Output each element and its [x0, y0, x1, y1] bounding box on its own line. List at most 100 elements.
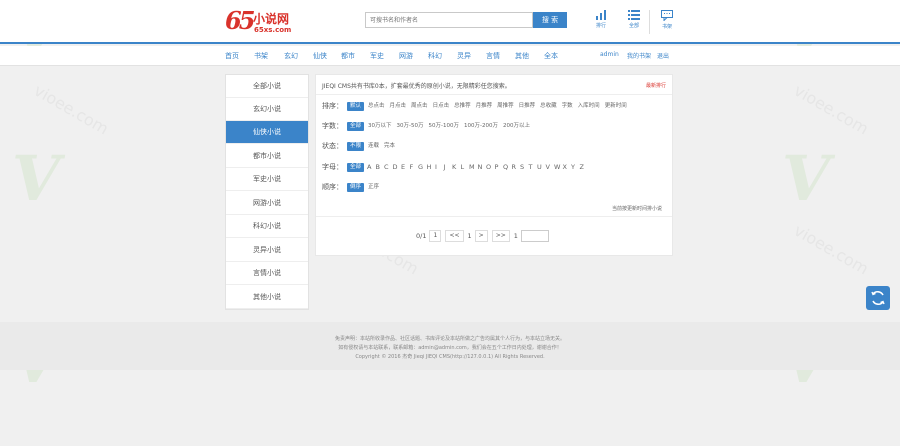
- sidebar-item-xianxia[interactable]: 仙侠小说: [226, 121, 308, 144]
- nav-username[interactable]: admin: [600, 51, 619, 58]
- initial-letter[interactable]: X: [563, 163, 572, 171]
- initial-letter[interactable]: B: [376, 163, 385, 171]
- initial-letter[interactable]: D: [393, 163, 402, 171]
- sort-option[interactable]: 更新时间: [604, 102, 628, 111]
- sidebar-item-lingyi[interactable]: 灵异小说: [226, 239, 308, 262]
- initial-letter[interactable]: K: [452, 163, 461, 171]
- main-nav: 首页 书架 玄幻 仙侠 都市 军史 网游 科幻 灵异 言情 其他 全本 admi…: [0, 46, 900, 66]
- book-filter-panel: JIEQI CMS共有书库0本，扩套最优秀的原创小说，无限精彩任您搜索。 最新排…: [315, 74, 673, 256]
- search-button[interactable]: 搜 索: [533, 12, 567, 28]
- nav-item-xuanhuan[interactable]: 玄幻: [284, 51, 298, 61]
- float-refresh-button[interactable]: [866, 286, 890, 310]
- initial-letter[interactable]: Z: [580, 163, 589, 171]
- sort-option[interactable]: 总点击: [367, 102, 386, 111]
- sidebar-item-junshi[interactable]: 军史小说: [226, 168, 308, 191]
- sort-note: 当前按更新时间排小说: [612, 206, 663, 212]
- sidebar-item-xuanhuan[interactable]: 玄幻小说: [226, 98, 308, 121]
- sort-option[interactable]: 月点击: [389, 102, 408, 111]
- words-option[interactable]: 全部: [347, 121, 365, 131]
- filter-row-sort: 排序： 默认 总点击 月点击 周点击 日点击 总推荐 月推荐 周推荐 日推荐 总收藏 字数 入库时间 更新…: [322, 101, 631, 113]
- nav-item-qita[interactable]: 其他: [515, 51, 529, 61]
- watermark-site: vioee.com: [790, 80, 872, 139]
- sidebar-item-dushi[interactable]: 都市小说: [226, 145, 308, 168]
- sort-option[interactable]: 日推荐: [518, 102, 537, 111]
- sort-option[interactable]: 周推荐: [496, 102, 515, 111]
- sidebar-item-all[interactable]: 全部小说: [226, 75, 308, 98]
- nav-item-lingyi[interactable]: 灵异: [457, 51, 471, 61]
- divider: [316, 94, 672, 95]
- words-option[interactable]: 100万-200万: [463, 122, 499, 131]
- sidebar-item-qita[interactable]: 其他小说: [226, 286, 308, 309]
- status-option[interactable]: 完本: [383, 142, 396, 151]
- initial-letter[interactable]: Y: [571, 163, 580, 171]
- sort-option[interactable]: 总推荐: [453, 102, 472, 111]
- category-sidebar: 全部小说 玄幻小说 仙侠小说 都市小说 军史小说 网游小说 科幻小说 灵异小说 …: [225, 74, 309, 310]
- initial-letter[interactable]: C: [384, 163, 393, 171]
- initial-letter[interactable]: S: [520, 163, 529, 171]
- initial-letter[interactable]: Q: [503, 163, 512, 171]
- sidebar-item-wangyou[interactable]: 网游小说: [226, 192, 308, 215]
- initial-letter[interactable]: R: [512, 163, 521, 171]
- nav-item-home[interactable]: 首页: [225, 51, 239, 61]
- nav-item-wangyou[interactable]: 网游: [399, 51, 413, 61]
- status-option[interactable]: 连载: [367, 142, 380, 151]
- site-logo[interactable]: 65 小说网 65xs.com: [225, 8, 305, 36]
- initial-letter[interactable]: O: [486, 163, 495, 171]
- initial-letter[interactable]: N: [478, 163, 487, 171]
- nav-item-quanben[interactable]: 全本: [544, 51, 558, 61]
- initial-letter[interactable]: G: [418, 163, 427, 171]
- initial-letter[interactable]: E: [401, 163, 410, 171]
- search-input[interactable]: [365, 12, 533, 28]
- pager-first[interactable]: 1: [429, 230, 442, 242]
- sort-option[interactable]: 字数: [561, 102, 574, 111]
- pager-current: 1: [467, 232, 472, 240]
- initial-letter[interactable]: A: [367, 163, 376, 171]
- nav-item-xianxia[interactable]: 仙侠: [313, 51, 327, 61]
- initial-letter[interactable]: P: [495, 163, 504, 171]
- words-option[interactable]: 50万-100万: [428, 122, 460, 131]
- order-option[interactable]: 倒序: [347, 182, 365, 192]
- initial-letter[interactable]: U: [537, 163, 546, 171]
- words-option[interactable]: 200万以上: [502, 122, 531, 131]
- status-option[interactable]: 不限: [347, 141, 365, 151]
- nav-my-bookshelf[interactable]: 我的书架: [627, 51, 651, 60]
- initial-letter[interactable]: J: [444, 163, 453, 171]
- initial-letter[interactable]: V: [546, 163, 555, 171]
- initial-letter[interactable]: W: [554, 163, 563, 171]
- sort-option[interactable]: 日点击: [432, 102, 451, 111]
- sort-option[interactable]: 入库时间: [577, 102, 601, 111]
- sort-option[interactable]: 默认: [347, 101, 365, 111]
- nav-item-yanqing[interactable]: 言情: [486, 51, 500, 61]
- sort-option[interactable]: 周点击: [410, 102, 429, 111]
- pager-prev[interactable]: <<: [445, 230, 464, 242]
- initial-option-all[interactable]: 全部: [347, 162, 365, 172]
- pager-last-arrow[interactable]: >>: [491, 230, 510, 242]
- header-rank-link[interactable]: 排行: [591, 10, 611, 38]
- initial-letter[interactable]: T: [529, 163, 538, 171]
- initial-letter[interactable]: L: [461, 163, 470, 171]
- rank-link[interactable]: 最新排行: [646, 82, 666, 89]
- sort-option[interactable]: 总收藏: [539, 102, 558, 111]
- nav-item-kehuan[interactable]: 科幻: [428, 51, 442, 61]
- library-intro: JIEQI CMS共有书库0本，扩套最优秀的原创小说，无限精彩任您搜索。: [322, 83, 511, 90]
- initial-letter[interactable]: I: [435, 163, 444, 171]
- sidebar-item-yanqing[interactable]: 言情小说: [226, 262, 308, 285]
- nav-logout[interactable]: 退出: [657, 51, 669, 60]
- header-shelf-link[interactable]: 书架: [657, 10, 677, 38]
- words-option[interactable]: 30万以下: [367, 122, 393, 131]
- words-option[interactable]: 30万-50万: [396, 122, 425, 131]
- initial-letter[interactable]: M: [469, 163, 478, 171]
- initial-letter[interactable]: F: [410, 163, 419, 171]
- watermark-v-mark: V: [5, 142, 67, 215]
- sidebar-item-kehuan[interactable]: 科幻小说: [226, 215, 308, 238]
- initial-letter[interactable]: H: [427, 163, 436, 171]
- order-option[interactable]: 正序: [367, 183, 380, 192]
- pager-next[interactable]: >: [474, 230, 488, 242]
- header-all-link[interactable]: 全部: [624, 10, 644, 38]
- sort-option[interactable]: 月推荐: [475, 102, 494, 111]
- nav-item-bookshelf[interactable]: 书架: [254, 51, 268, 61]
- header-divider: [649, 10, 650, 34]
- nav-item-dushi[interactable]: 都市: [341, 51, 355, 61]
- nav-item-junshi[interactable]: 军史: [370, 51, 384, 61]
- pager-jump-input[interactable]: [520, 230, 549, 242]
